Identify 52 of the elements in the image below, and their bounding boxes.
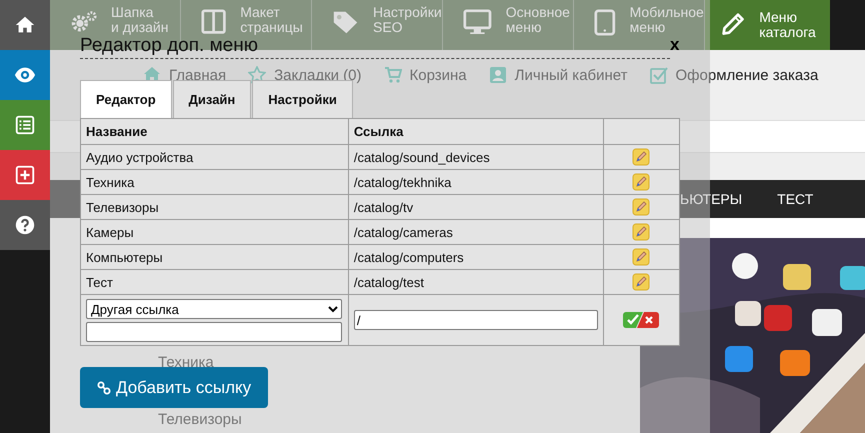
sidebar-button[interactable] [0, 200, 50, 250]
list-icon [14, 114, 36, 136]
checkbox-icon[interactable] [650, 66, 668, 84]
table-cell: Аудио устройства [80, 144, 348, 170]
table-cell: /catalog/sound_devices [348, 144, 604, 170]
add-link-button[interactable]: Добавить ссылку [80, 367, 268, 408]
nav-link[interactable]: Личный кабинет [514, 66, 628, 84]
save-cancel-icon[interactable] [623, 312, 660, 328]
edit-icon[interactable] [632, 198, 650, 216]
table-cell: /catalog/cameras [348, 220, 604, 244]
edit-icon[interactable] [632, 248, 650, 266]
table-cell: Компьютеры [80, 244, 348, 270]
link-input-field[interactable]: / [354, 310, 598, 330]
menu-item[interactable]: ЬЮТЕРЫ [680, 191, 742, 207]
column-header: Ссылка [348, 118, 604, 144]
sidebar-button[interactable] [0, 50, 50, 100]
tag-icon [332, 9, 359, 36]
link-type-dropdown[interactable]: Другая ссылка [86, 299, 342, 319]
star-icon[interactable] [248, 66, 266, 84]
plus-icon [14, 164, 36, 186]
table-cell: Тест [80, 270, 348, 294]
nav-link[interactable]: Оформление заказа [676, 66, 818, 84]
sidebar-button[interactable] [0, 0, 50, 50]
tablet-icon [594, 9, 616, 36]
help-icon [14, 214, 36, 236]
table-cell: Техника [80, 170, 348, 194]
close-button[interactable]: x [670, 37, 680, 53]
link-icon [97, 380, 111, 394]
gears-icon [70, 9, 97, 34]
pencil-icon [720, 12, 746, 38]
tab[interactable]: Редактор [80, 80, 172, 118]
table-cell: /catalog/test [348, 270, 604, 294]
sidebar-button[interactable] [0, 150, 50, 200]
name-input-field[interactable] [86, 322, 342, 342]
table-cell: Телевизоры [80, 194, 348, 220]
nav-link[interactable]: Корзина [410, 66, 467, 84]
edit-icon[interactable] [632, 273, 650, 291]
menu-item[interactable]: ТЕСТ [777, 191, 814, 207]
table-cell: /catalog/tv [348, 194, 604, 220]
tab[interactable]: Дизайн [172, 80, 252, 118]
table-cell: Камеры [80, 220, 348, 244]
edit-icon[interactable] [632, 148, 650, 166]
tab[interactable]: Настройки [252, 80, 353, 118]
edit-icon[interactable] [632, 173, 650, 191]
column-header: Название [80, 118, 348, 144]
layout-icon [201, 9, 226, 34]
table-cell: /catalog/computers [348, 244, 604, 270]
table-cell: /catalog/tekhnika [348, 170, 604, 194]
category-link[interactable]: Телевизоры [158, 411, 242, 428]
sidebar-button[interactable] [0, 100, 50, 150]
monitor-icon [463, 9, 492, 34]
edit-icon[interactable] [632, 223, 650, 241]
